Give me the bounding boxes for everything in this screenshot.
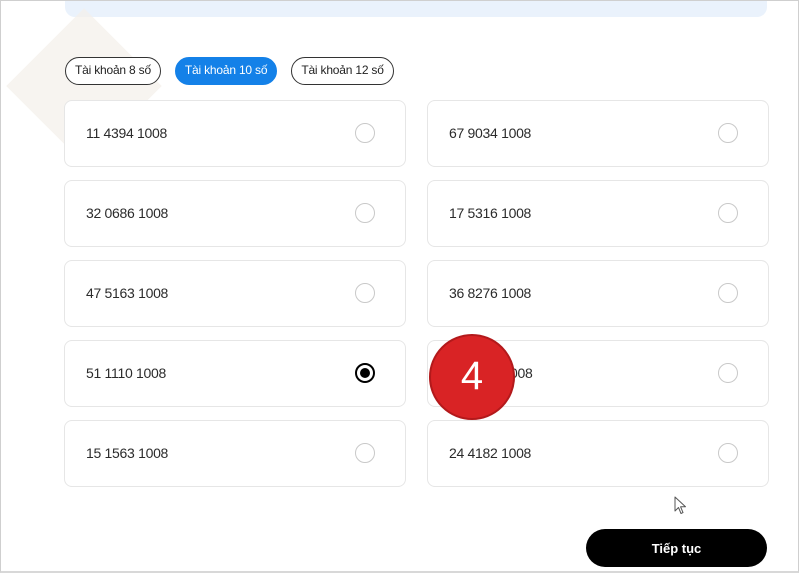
account-length-tabs: Tài khoản 8 số Tài khoản 10 số Tài khoản… <box>65 57 394 85</box>
account-selection-panel: Tài khoản 8 số Tài khoản 10 số Tài khoản… <box>0 0 799 573</box>
account-number: 67 9034 1008 <box>449 125 532 141</box>
account-option[interactable]: 11 4394 1008 <box>64 100 406 167</box>
account-option[interactable]: 24 4182 1008 <box>427 420 769 487</box>
radio-button[interactable] <box>355 203 375 223</box>
tab-8-digit[interactable]: Tài khoản 8 số <box>65 57 161 85</box>
account-number: 36 8276 1008 <box>449 285 532 301</box>
radio-button[interactable] <box>718 363 738 383</box>
account-number: 11 4394 1008 <box>86 125 168 141</box>
continue-button[interactable]: Tiếp tục <box>586 529 767 567</box>
account-number-grid: 11 4394 1008 67 9034 1008 32 0686 1008 1… <box>64 100 769 487</box>
radio-button[interactable] <box>355 443 375 463</box>
account-number: 17 5316 1008 <box>449 205 532 221</box>
radio-button[interactable] <box>718 203 738 223</box>
account-option[interactable]: 15 1563 1008 <box>64 420 406 487</box>
account-option[interactable]: 67 9034 1008 <box>427 100 769 167</box>
account-number: 32 0686 1008 <box>86 205 169 221</box>
radio-button[interactable] <box>355 283 375 303</box>
radio-button[interactable] <box>718 443 738 463</box>
mouse-cursor-icon <box>674 496 686 514</box>
account-option[interactable]: 17 5316 1008 <box>427 180 769 247</box>
account-number: 15 1563 1008 <box>86 445 169 461</box>
account-option-selected[interactable]: 51 1110 1008 <box>64 340 406 407</box>
tab-10-digit[interactable]: Tài khoản 10 số <box>174 57 278 85</box>
account-number: 51 1110 1008 <box>86 365 166 381</box>
top-banner <box>65 1 767 17</box>
tab-12-digit[interactable]: Tài khoản 12 số <box>291 57 394 85</box>
account-option[interactable]: 36 8276 1008 <box>427 260 769 327</box>
radio-button[interactable] <box>718 123 738 143</box>
radio-button[interactable] <box>355 123 375 143</box>
radio-button[interactable] <box>718 283 738 303</box>
account-option[interactable]: 47 5163 1008 <box>64 260 406 327</box>
step-marker: 4 <box>429 334 515 420</box>
account-option[interactable]: 32 0686 1008 <box>64 180 406 247</box>
account-number: 24 4182 1008 <box>449 445 532 461</box>
account-number: 47 5163 1008 <box>86 285 169 301</box>
radio-button-checked[interactable] <box>355 363 375 383</box>
